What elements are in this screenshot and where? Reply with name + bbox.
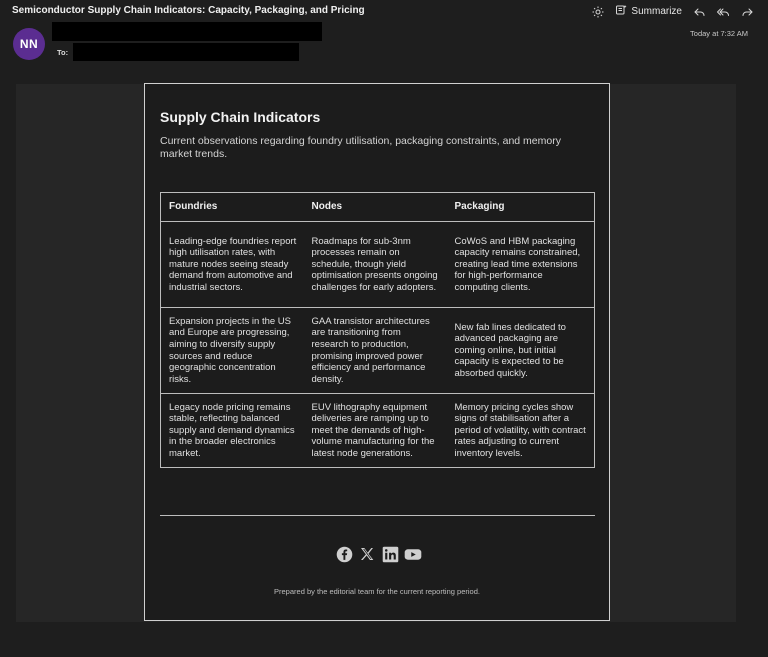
email-window: Semiconductor Supply Chain Indicators: C… [0,0,768,657]
table-cell: Roadmaps for sub-3nm processes remain on… [303,221,447,308]
column-header-packaging: Packaging [446,192,595,222]
email-timestamp: Today at 7:32 AM [690,29,748,38]
recipient-redacted [73,43,299,61]
reply-all-icon[interactable] [716,5,730,19]
table-row: Leading-edge foundries report high utili… [160,221,595,308]
table-header-row: Foundries Nodes Packaging [160,192,595,222]
card-intro: Current observations regarding foundry u… [160,135,561,160]
youtube-icon[interactable] [404,545,422,563]
x-icon[interactable] [358,545,376,563]
table-cell: EUV lithography equipment deliveries are… [311,401,435,459]
table-cell: Memory pricing cycles show signs of stab… [454,401,586,459]
linkedin-icon[interactable] [381,545,399,563]
brightness-icon[interactable] [591,5,605,19]
to-label: To: [57,48,69,57]
social-links [335,545,422,563]
table-row: Legacy node pricing remains stable, refl… [161,394,595,468]
sender-avatar[interactable]: NN [13,28,45,60]
summarize-label: Summarize [631,6,682,17]
table-cell: Legacy node pricing remains stable, refl… [169,401,295,459]
table-cell: GAA transistor architectures are transit… [303,307,447,394]
column-header-foundries: Foundries [160,192,304,222]
email-toolbar: Summarize [591,4,754,19]
table-row: Expansion projects in the US and Europe … [160,307,595,394]
footer-divider [160,515,595,516]
sender-redacted [52,22,322,41]
table-cell: Leading-edge foundries report high utili… [160,221,304,308]
newsletter-card: Supply Chain Indicators Current observat… [144,83,610,621]
forward-icon[interactable] [740,5,754,19]
table-cell: New fab lines dedicated to advanced pack… [446,307,595,394]
reply-icon[interactable] [692,5,706,19]
summarize-button[interactable]: Summarize [615,4,682,19]
card-title: Supply Chain Indicators [160,109,321,125]
summarize-icon [615,4,627,19]
indicators-table: Foundries Nodes Packaging Leading-edge f… [160,192,595,468]
column-header-nodes: Nodes [303,192,447,222]
email-subject: Semiconductor Supply Chain Indicators: C… [12,5,365,16]
table-cell: Expansion projects in the US and Europe … [160,307,304,394]
footer-note: Prepared by the editorial team for the c… [274,587,480,596]
table-cell: CoWoS and HBM packaging capacity remains… [446,221,595,308]
facebook-icon[interactable] [335,545,353,563]
